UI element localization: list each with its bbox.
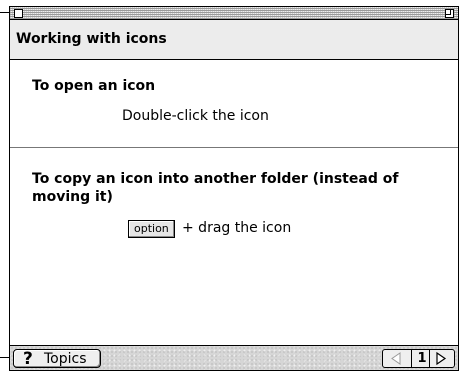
section-title-copy: To copy an icon into another folder (ins…: [32, 171, 399, 205]
right-arrow-icon: [436, 351, 447, 366]
question-mark-icon: ?: [23, 349, 33, 369]
step-double-click: Double-click the icon: [122, 108, 269, 124]
option-key-button: option: [128, 220, 175, 238]
page-navigator: 1: [382, 349, 455, 368]
step-drag-icon: + drag the icon: [182, 220, 292, 236]
help-window: Working with icons To open an icon Doubl…: [9, 6, 459, 371]
close-box-icon[interactable]: [14, 9, 23, 18]
footer-bar: ? Topics 1: [10, 345, 458, 370]
header-bar: Working with icons: [10, 20, 458, 60]
previous-page-button[interactable]: [385, 350, 407, 367]
section-title-open: To open an icon: [32, 78, 156, 94]
help-page: Working with icons To open an icon Doubl…: [0, 0, 460, 372]
next-page-button[interactable]: [429, 350, 452, 367]
title-bar[interactable]: [10, 7, 458, 20]
section-divider: [10, 147, 458, 148]
left-arrow-icon: [391, 352, 401, 365]
topics-button[interactable]: ? Topics: [13, 349, 101, 368]
topics-label: Topics: [44, 351, 87, 367]
page-title: Working with icons: [16, 31, 167, 47]
zoom-box-icon[interactable]: [445, 9, 454, 18]
